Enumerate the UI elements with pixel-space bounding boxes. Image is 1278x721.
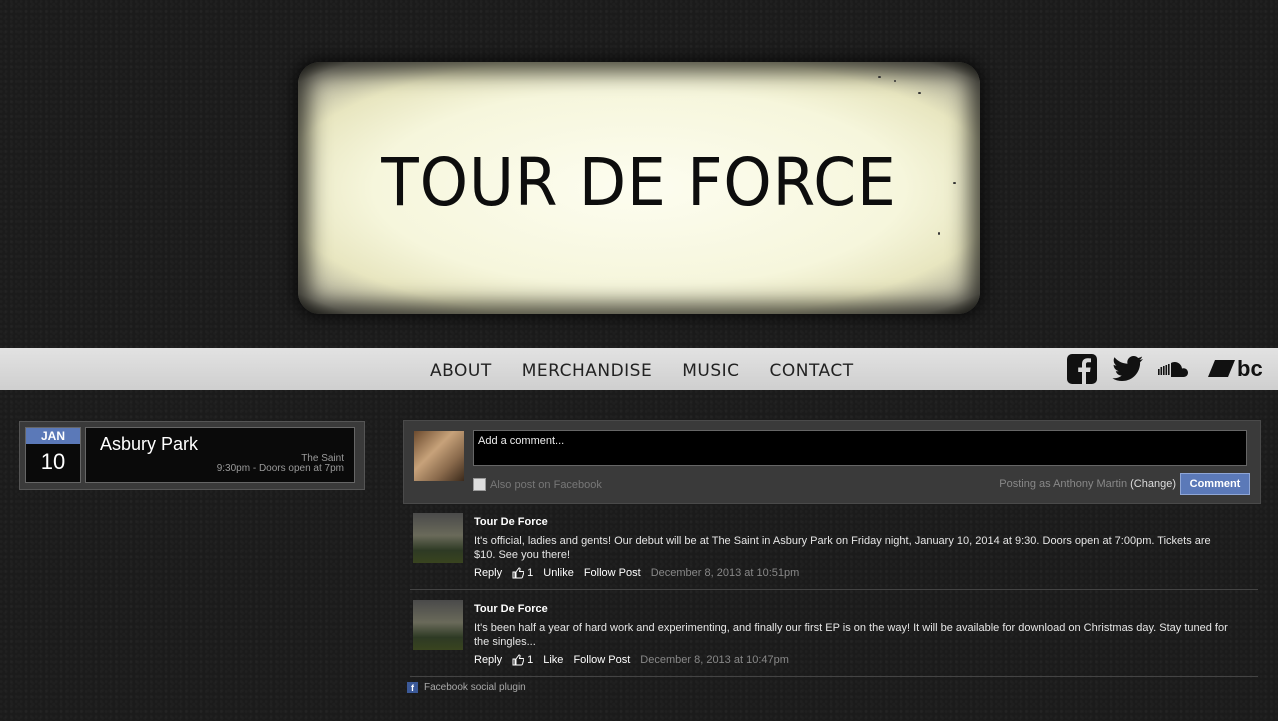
post-actions: Reply 1 Unlike Follow Post December 8, 2… [474, 567, 799, 579]
comment-post: Tour De Force It's been half a year of h… [410, 600, 1258, 677]
facebook-icon[interactable] [1067, 354, 1097, 384]
event-time: 9:30pm - Doors open at 7pm [216, 463, 344, 474]
like-count: 1 [512, 567, 533, 579]
banner-speck [938, 232, 940, 235]
nav-links: ABOUT MERCHANDISE MUSIC CONTACT [430, 361, 854, 381]
reply-link[interactable]: Reply [474, 654, 502, 666]
banner-speck [918, 92, 921, 94]
event-month: JAN [26, 428, 80, 444]
post-timestamp[interactable]: December 8, 2013 at 10:47pm [640, 654, 789, 666]
like-count: 1 [512, 654, 533, 666]
post-avatar[interactable] [413, 513, 463, 563]
event-widget[interactable]: JAN 10 Asbury Park The Saint 9:30pm - Do… [19, 421, 365, 490]
event-city[interactable]: Asbury Park [100, 434, 198, 455]
soundcloud-icon[interactable] [1158, 354, 1190, 384]
nav-merchandise[interactable]: MERCHANDISE [522, 361, 653, 381]
posting-as: Posting as Anthony Martin (Change) [999, 478, 1176, 490]
banner-speck [878, 76, 881, 78]
user-avatar [414, 431, 464, 481]
posting-as-label: Posting as Anthony Martin [999, 478, 1128, 490]
thumbs-up-icon [512, 654, 525, 666]
comment-composer: Add a comment... Also post on Facebook P… [403, 420, 1261, 504]
site-title: TOUR DE FORCE [381, 144, 897, 221]
change-account-link[interactable]: (Change) [1130, 478, 1176, 490]
post-author[interactable]: Tour De Force [474, 516, 548, 528]
site-banner: TOUR DE FORCE [298, 62, 980, 314]
follow-post-link[interactable]: Follow Post [573, 654, 630, 666]
event-day: 10 [40, 449, 66, 474]
bandcamp-text: bc [1237, 357, 1263, 381]
like-number: 1 [527, 654, 534, 666]
comment-button[interactable]: Comment [1180, 473, 1250, 495]
bandcamp-icon[interactable]: bc [1208, 354, 1270, 384]
comment-input[interactable]: Add a comment... [473, 430, 1247, 466]
post-timestamp[interactable]: December 8, 2013 at 10:51pm [651, 567, 800, 579]
event-info: Asbury Park The Saint 9:30pm - Doors ope… [85, 427, 355, 483]
facebook-icon: f [407, 682, 418, 693]
twitter-icon[interactable] [1112, 354, 1144, 384]
reply-link[interactable]: Reply [474, 567, 502, 579]
post-author[interactable]: Tour De Force [474, 603, 548, 615]
post-text: It's official, ladies and gents! Our deb… [474, 535, 1211, 561]
main-nav: ABOUT MERCHANDISE MUSIC CONTACT bc [0, 348, 1278, 390]
post-text: It's been half a year of hard work and e… [474, 622, 1228, 648]
follow-post-link[interactable]: Follow Post [584, 567, 641, 579]
facebook-social-plugin[interactable]: f Facebook social plugin [407, 682, 526, 693]
nav-about[interactable]: ABOUT [430, 361, 492, 381]
plugin-label: Facebook social plugin [424, 682, 526, 693]
comment-post: Tour De Force It's official, ladies and … [410, 513, 1258, 590]
like-link[interactable]: Like [543, 654, 563, 666]
nav-contact[interactable]: CONTACT [770, 361, 854, 381]
like-number: 1 [527, 567, 534, 579]
nav-music[interactable]: MUSIC [682, 361, 739, 381]
unlike-link[interactable]: Unlike [543, 567, 574, 579]
also-post-label: Also post on Facebook [490, 478, 602, 491]
post-actions: Reply 1 Like Follow Post December 8, 201… [474, 654, 789, 666]
banner-speck [953, 182, 956, 184]
also-post-checkbox[interactable] [473, 478, 486, 491]
also-post-facebook[interactable]: Also post on Facebook [473, 478, 602, 491]
post-avatar[interactable] [413, 600, 463, 650]
banner-speck [894, 80, 896, 82]
thumbs-up-icon [512, 567, 525, 579]
event-date: JAN 10 [25, 427, 81, 483]
